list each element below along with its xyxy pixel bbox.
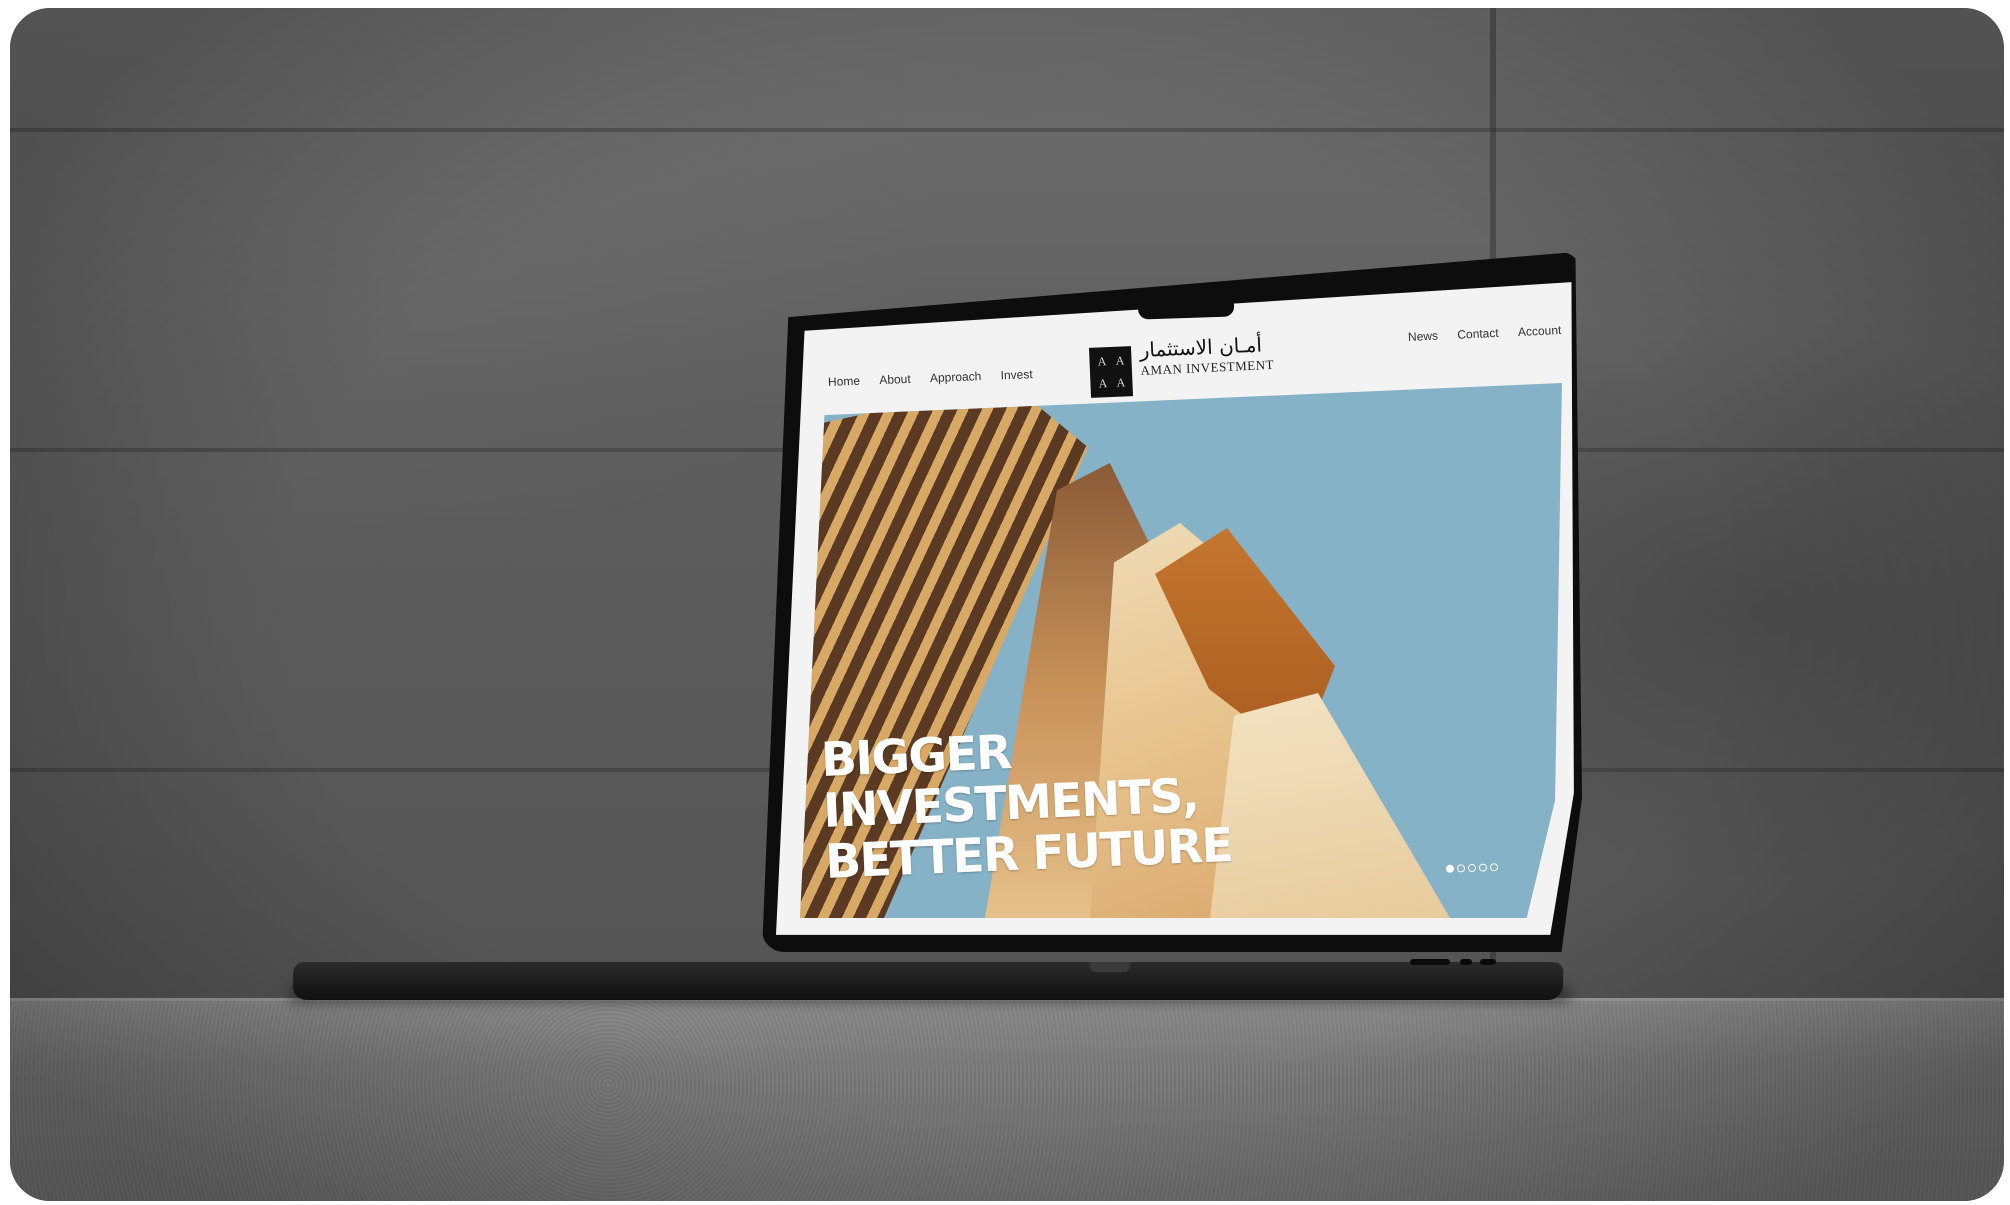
nav-news[interactable]: News	[1408, 329, 1439, 344]
carousel-dot[interactable]	[1478, 863, 1488, 872]
nav-invest[interactable]: Invest	[1000, 367, 1033, 382]
monogram-letter: A	[1115, 352, 1124, 368]
carousel-dot[interactable]	[1489, 863, 1499, 872]
monogram-letter: A	[1116, 374, 1125, 390]
carousel-dot[interactable]	[1456, 864, 1466, 873]
nav-about[interactable]: About	[879, 372, 911, 387]
nav-account[interactable]: Account	[1518, 323, 1562, 339]
concrete-ledge	[10, 998, 2004, 1201]
laptop-hinge	[1090, 962, 1130, 972]
laptop-ports	[1410, 957, 1510, 967]
logo-monogram[interactable]: A A A A	[1088, 346, 1134, 398]
logo-wordmark[interactable]: أمـان الاستثمار AMAN INVESTMENT	[1139, 331, 1274, 379]
laptop-base	[292, 962, 1564, 1000]
monogram-letter: A	[1098, 375, 1107, 391]
sd-slot	[1410, 959, 1450, 965]
carousel-dot[interactable]	[1445, 864, 1455, 873]
hero-headline: BIGGER INVESTMENTS, BETTER FUTURE	[819, 725, 1234, 890]
carousel-dot[interactable]	[1467, 863, 1477, 873]
nav-contact[interactable]: Contact	[1457, 326, 1499, 342]
usb-port	[1460, 959, 1472, 965]
monogram-letter: A	[1097, 353, 1106, 369]
nav-home[interactable]: Home	[828, 374, 861, 389]
nav-approach[interactable]: Approach	[930, 369, 982, 385]
hdmi-port	[1480, 959, 1496, 965]
building-tower	[1210, 693, 1450, 918]
wall-joint	[10, 128, 2004, 132]
camera-notch	[1137, 292, 1235, 320]
